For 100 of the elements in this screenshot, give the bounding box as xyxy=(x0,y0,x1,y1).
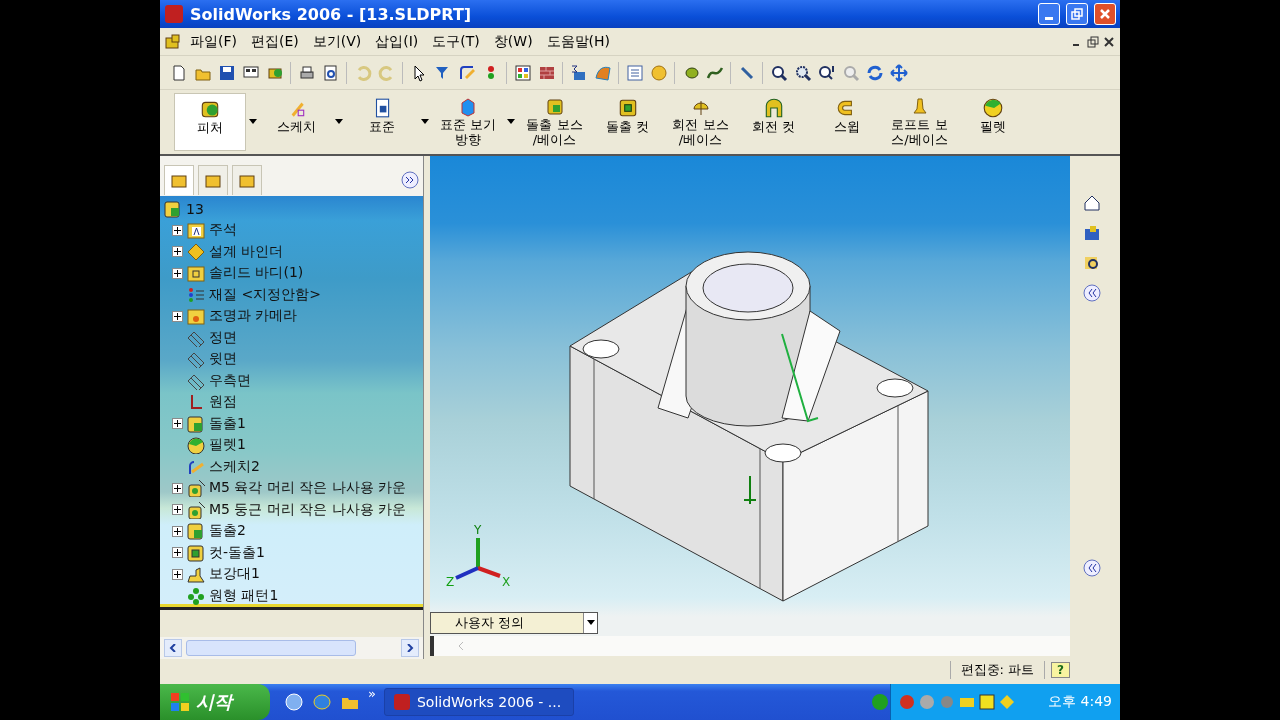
block-icon xyxy=(164,32,182,51)
command-button[interactable]: 회전 컷 xyxy=(737,93,810,151)
command-button[interactable]: 스윕 xyxy=(810,93,883,151)
expand-toggle[interactable] xyxy=(172,547,183,559)
menu-item[interactable]: 도구(T) xyxy=(426,30,486,53)
material-icon xyxy=(187,285,205,304)
plane-icon xyxy=(187,350,205,369)
letter-folder-icon xyxy=(187,221,205,240)
zoom-icon[interactable] xyxy=(770,63,788,82)
command-button[interactable]: 회전 보스 /베이스 xyxy=(664,93,737,151)
view-dropdown[interactable]: 사용자 정의 xyxy=(430,612,598,634)
scroll-left-button[interactable] xyxy=(164,639,182,657)
close-button[interactable] xyxy=(1094,3,1116,25)
tree-item[interactable]: 원점 xyxy=(209,393,237,412)
expand-toggle[interactable] xyxy=(172,482,183,494)
restore-icon[interactable] xyxy=(1086,34,1100,49)
scroll-right-button[interactable] xyxy=(401,639,419,657)
browser-icon[interactable] xyxy=(312,692,332,712)
command-button[interactable]: 표준 보기 방향 xyxy=(432,93,504,151)
menu-item[interactable]: 삽입(I) xyxy=(369,30,425,53)
command-button[interactable]: 필렛 xyxy=(956,93,1029,151)
tree-item[interactable]: M5 둥근 머리 작은 나사용 카운 xyxy=(209,500,407,519)
move-icon[interactable] xyxy=(890,63,908,82)
tree-item[interactable]: 필렛1 xyxy=(209,436,246,455)
command-button[interactable]: 돌출 보스 /베이스 xyxy=(518,93,591,151)
tree-item[interactable]: 컷-돌출1 xyxy=(209,543,265,562)
property-tab[interactable] xyxy=(198,165,228,195)
menu-item[interactable]: 파일(F) xyxy=(184,30,243,53)
tree-item[interactable]: 원형 패턴1 xyxy=(209,586,279,605)
command-button[interactable]: 로프트 보 스/베이스 xyxy=(883,93,956,151)
expand-toggle[interactable] xyxy=(172,568,183,580)
rotate-icon[interactable] xyxy=(866,63,884,82)
close-icon xyxy=(1099,8,1111,20)
expand-toggle[interactable] xyxy=(172,525,183,537)
minimize-button[interactable] xyxy=(1038,3,1060,25)
more-button[interactable]: » xyxy=(368,686,376,701)
tree-item[interactable]: 설계 바인더 xyxy=(209,242,284,261)
menu-item[interactable]: 보기(V) xyxy=(306,30,368,53)
tree-item[interactable]: 보강대1 xyxy=(209,565,260,584)
tree-item[interactable]: 솔리드 바디(1) xyxy=(209,264,304,283)
expand-toggle[interactable] xyxy=(172,246,183,258)
help-button[interactable]: ? xyxy=(1051,662,1070,678)
expand-toggle[interactable] xyxy=(172,504,183,516)
command-button[interactable]: 돌출 컷 xyxy=(591,93,664,151)
expand-toggle[interactable] xyxy=(172,418,183,430)
tray-icon[interactable] xyxy=(979,694,995,710)
tree-item[interactable]: 정면 xyxy=(209,328,237,347)
dropdown-caret-icon[interactable] xyxy=(421,119,429,125)
graphics-viewport[interactable]: Y Z X 사용자 정의 xyxy=(430,156,1070,636)
dropdown-caret-icon[interactable] xyxy=(249,119,257,125)
menu-item[interactable]: 창(W) xyxy=(487,30,539,53)
command-button[interactable]: 스케치 xyxy=(260,93,332,151)
arrow-right-icon xyxy=(406,644,414,652)
menu-item[interactable]: 편집(E) xyxy=(245,30,305,53)
tree-item[interactable]: 우측면 xyxy=(209,371,251,390)
printer-icon[interactable] xyxy=(298,63,316,82)
tree-item[interactable]: 스케치2 xyxy=(209,457,260,476)
tree-item[interactable]: 조명과 카메라 xyxy=(209,307,298,326)
expand-icon[interactable] xyxy=(401,171,419,189)
sketch-icon[interactable] xyxy=(458,63,476,82)
scrollbar-thumb[interactable] xyxy=(186,640,356,656)
tree-item[interactable]: 돌출1 xyxy=(209,414,246,433)
caret-icon[interactable] xyxy=(586,620,595,626)
globe-icon[interactable] xyxy=(284,692,304,712)
close-icon[interactable] xyxy=(1102,34,1116,49)
tree-item[interactable]: 주석 xyxy=(209,221,237,240)
tree-item[interactable]: M5 육각 머리 작은 나사용 카운 xyxy=(209,479,407,498)
feature-tree-tab[interactable] xyxy=(164,165,194,195)
sphere-icon xyxy=(981,97,1004,119)
maximize-button[interactable] xyxy=(1066,3,1088,25)
lights-folder-icon xyxy=(187,307,205,326)
axis-label: Y xyxy=(474,523,482,537)
collapse-icon[interactable] xyxy=(1081,557,1103,579)
expand-toggle[interactable] xyxy=(172,267,183,279)
tree-item[interactable]: 13 xyxy=(186,200,204,217)
hole-icon xyxy=(187,479,205,498)
tree-item[interactable]: 돌출2 xyxy=(209,522,246,541)
zoom-area-icon[interactable] xyxy=(794,63,812,82)
zoom-in-out-icon[interactable] xyxy=(818,63,836,82)
grid-icon[interactable] xyxy=(514,63,532,82)
configuration-tab[interactable] xyxy=(232,165,262,195)
taskbar-button[interactable]: SolidWorks 2006 - ... xyxy=(383,688,574,716)
rib-icon xyxy=(187,565,205,584)
pattern-icon xyxy=(187,586,205,605)
dropdown-caret-icon[interactable] xyxy=(335,119,343,125)
tree-item[interactable]: 윗면 xyxy=(209,350,237,369)
tree-item[interactable]: 재질 <지정안함> xyxy=(209,285,321,304)
hole-icon xyxy=(187,500,205,519)
command-button[interactable]: 피처 xyxy=(174,93,246,151)
diamond-icon xyxy=(187,242,205,261)
menu-item[interactable]: 도움말(H) xyxy=(540,30,617,53)
expand-toggle[interactable] xyxy=(172,224,183,236)
dropdown-caret-icon[interactable] xyxy=(507,119,515,125)
expand-toggle[interactable] xyxy=(172,310,183,322)
preview-icon[interactable] xyxy=(322,63,340,82)
windows-logo-icon xyxy=(170,692,190,712)
command-button[interactable]: 표준 xyxy=(346,93,418,151)
document-icon[interactable] xyxy=(170,63,188,82)
save-icon[interactable] xyxy=(218,63,236,82)
collapse-icon[interactable] xyxy=(1081,282,1103,304)
